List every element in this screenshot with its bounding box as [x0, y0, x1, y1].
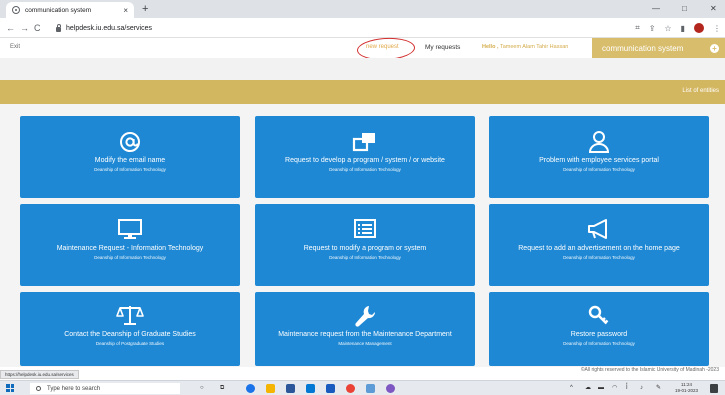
star-icon[interactable]: ☆ [664, 24, 671, 33]
my-requests-link[interactable]: My requests [425, 44, 460, 51]
wrench-icon [354, 304, 376, 333]
brand-bar[interactable]: communication system + [592, 38, 725, 58]
service-card[interactable]: Restore password Deanship of Information… [489, 292, 709, 366]
card-subtitle: Maintenance Management [338, 341, 392, 346]
card-subtitle: Deanship of Information Technology [563, 255, 635, 260]
pen-icon[interactable]: ✎ [656, 384, 661, 393]
chrome-icon[interactable] [346, 384, 355, 393]
greeting-prefix: Hello , [482, 44, 499, 50]
battery-icon[interactable]: ▬ [598, 384, 604, 393]
clock-date: 19-01-2023 [675, 388, 699, 393]
service-card[interactable]: Maintenance Request - Information Techno… [20, 204, 240, 286]
service-card[interactable]: Maintenance request from the Maintenance… [255, 292, 475, 366]
windows-start-icon[interactable] [6, 384, 14, 392]
minimize-button[interactable]: — [652, 2, 660, 16]
chevron-up-icon[interactable]: ^ [570, 384, 573, 393]
user-name: Tameem Alam Tahir Hassan [499, 44, 569, 50]
card-subtitle: Deanship of Information Technology [329, 255, 401, 260]
at-icon [118, 130, 142, 159]
card-subtitle: Deanship of Information Technology [94, 167, 166, 172]
card-title: Contact the Deanship of Graduate Studies [64, 331, 196, 338]
reload-button[interactable]: C [34, 21, 41, 35]
store-icon[interactable] [286, 384, 295, 393]
card-title: Request to add an advertisement on the h… [518, 245, 680, 252]
url-text: helpdesk.iu.edu.sa/services [66, 24, 152, 32]
plus-circle-icon[interactable]: + [710, 43, 719, 53]
notification-icon[interactable] [710, 384, 718, 393]
list-of-entities-link[interactable]: List of entities [682, 88, 719, 94]
status-url: https://helpdesk.iu.edu.sa/services [0, 370, 79, 379]
key-icon [587, 304, 611, 331]
cortana-icon[interactable]: ○ [200, 384, 204, 393]
service-card[interactable]: Request to modify a program or system De… [255, 204, 475, 286]
word-icon[interactable] [326, 384, 335, 393]
browser-tab[interactable]: communication system × [6, 2, 134, 18]
paint-icon[interactable] [386, 384, 395, 393]
toolbar-icons: ⌗ ⇪ ☆ ▮ ⋮ [635, 21, 721, 35]
card-title: Request to modify a program or system [303, 245, 427, 252]
card-subtitle: Deanship of Information Technology [94, 255, 166, 260]
brand-title: communication system [602, 43, 684, 53]
task-view-icon[interactable]: ⧉ [220, 384, 224, 393]
card-title: Maintenance request from the Maintenance… [278, 331, 452, 338]
browser-tab-bar: communication system × + — □ ✕ [0, 0, 725, 18]
forward-button[interactable]: → [20, 21, 29, 35]
exit-link[interactable]: Exit [10, 44, 20, 50]
taskbar: Type here to search ○ ⧉ ^ ☁ ▬ ◠ ﺃ ♪ ✎ 11… [0, 380, 725, 395]
service-card[interactable]: Request to develop a program / system / … [255, 116, 475, 198]
megaphone-icon [586, 218, 612, 245]
edge-icon[interactable] [246, 384, 255, 393]
network-icon[interactable]: ◠ [612, 384, 617, 393]
service-card[interactable]: Request to add an advertisement on the h… [489, 204, 709, 286]
card-title: Restore password [570, 331, 628, 338]
url-field[interactable]: helpdesk.iu.edu.sa/services [56, 21, 576, 35]
mail-icon[interactable] [306, 384, 315, 393]
card-subtitle: Deanship of Information Technology [329, 167, 401, 172]
taskbar-search[interactable]: Type here to search [30, 383, 180, 394]
menu-icon[interactable]: ⋮ [713, 24, 721, 33]
user-icon [588, 130, 610, 159]
close-window-button[interactable]: ✕ [710, 2, 717, 16]
tab-title: communication system [25, 6, 92, 14]
app-icon[interactable] [366, 384, 375, 393]
translate-icon[interactable]: ⌗ [635, 23, 640, 33]
card-subtitle: Deanship of Postgraduate Studies [95, 341, 165, 346]
copyright-text: ©All rights reserved to the Islamic Univ… [580, 367, 719, 373]
windows-stack-icon [352, 130, 378, 159]
list-window-icon [353, 218, 377, 245]
spacer-strip [0, 58, 725, 80]
volume-icon[interactable]: ♪ [640, 384, 643, 393]
onedrive-icon[interactable]: ☁ [585, 384, 591, 393]
profile-avatar[interactable] [694, 23, 704, 33]
language-icon[interactable]: ﺃ [626, 384, 628, 393]
scales-icon [116, 304, 144, 331]
card-subtitle: Deanship of Information Technology [563, 167, 635, 172]
globe-icon [12, 6, 20, 14]
taskbar-search-placeholder: Type here to search [47, 385, 101, 392]
file-explorer-icon[interactable] [266, 384, 275, 393]
sidepanel-icon[interactable]: ▮ [681, 24, 685, 33]
service-card[interactable]: Problem with employee services portal De… [489, 116, 709, 198]
service-card[interactable]: Contact the Deanship of Graduate Studies… [20, 292, 240, 366]
entities-banner: List of entities [0, 80, 725, 104]
card-title: Request to develop a program / system / … [285, 157, 445, 164]
search-icon [36, 386, 41, 391]
card-title: Modify the email name [94, 157, 166, 164]
greeting: Hello , Tameem Alam Tahir Hassan [482, 44, 568, 50]
card-title: Maintenance Request - Information Techno… [56, 245, 204, 252]
lock-icon [56, 23, 61, 32]
clock[interactable]: 11:24 19-01-2023 [675, 382, 698, 394]
monitor-icon [117, 218, 143, 245]
card-title: Problem with employee services portal [539, 157, 659, 164]
share-icon[interactable]: ⇪ [649, 24, 656, 33]
address-bar-row: ← → C helpdesk.iu.edu.sa/services ⌗ ⇪ ☆ … [0, 18, 725, 38]
back-button[interactable]: ← [6, 21, 15, 35]
tab-close-icon[interactable]: × [123, 6, 128, 15]
restore-button[interactable]: □ [682, 2, 687, 16]
new-tab-button[interactable]: + [142, 2, 148, 16]
service-card[interactable]: Modify the email name Deanship of Inform… [20, 116, 240, 198]
card-subtitle: Deanship of Information Technology [563, 341, 635, 346]
